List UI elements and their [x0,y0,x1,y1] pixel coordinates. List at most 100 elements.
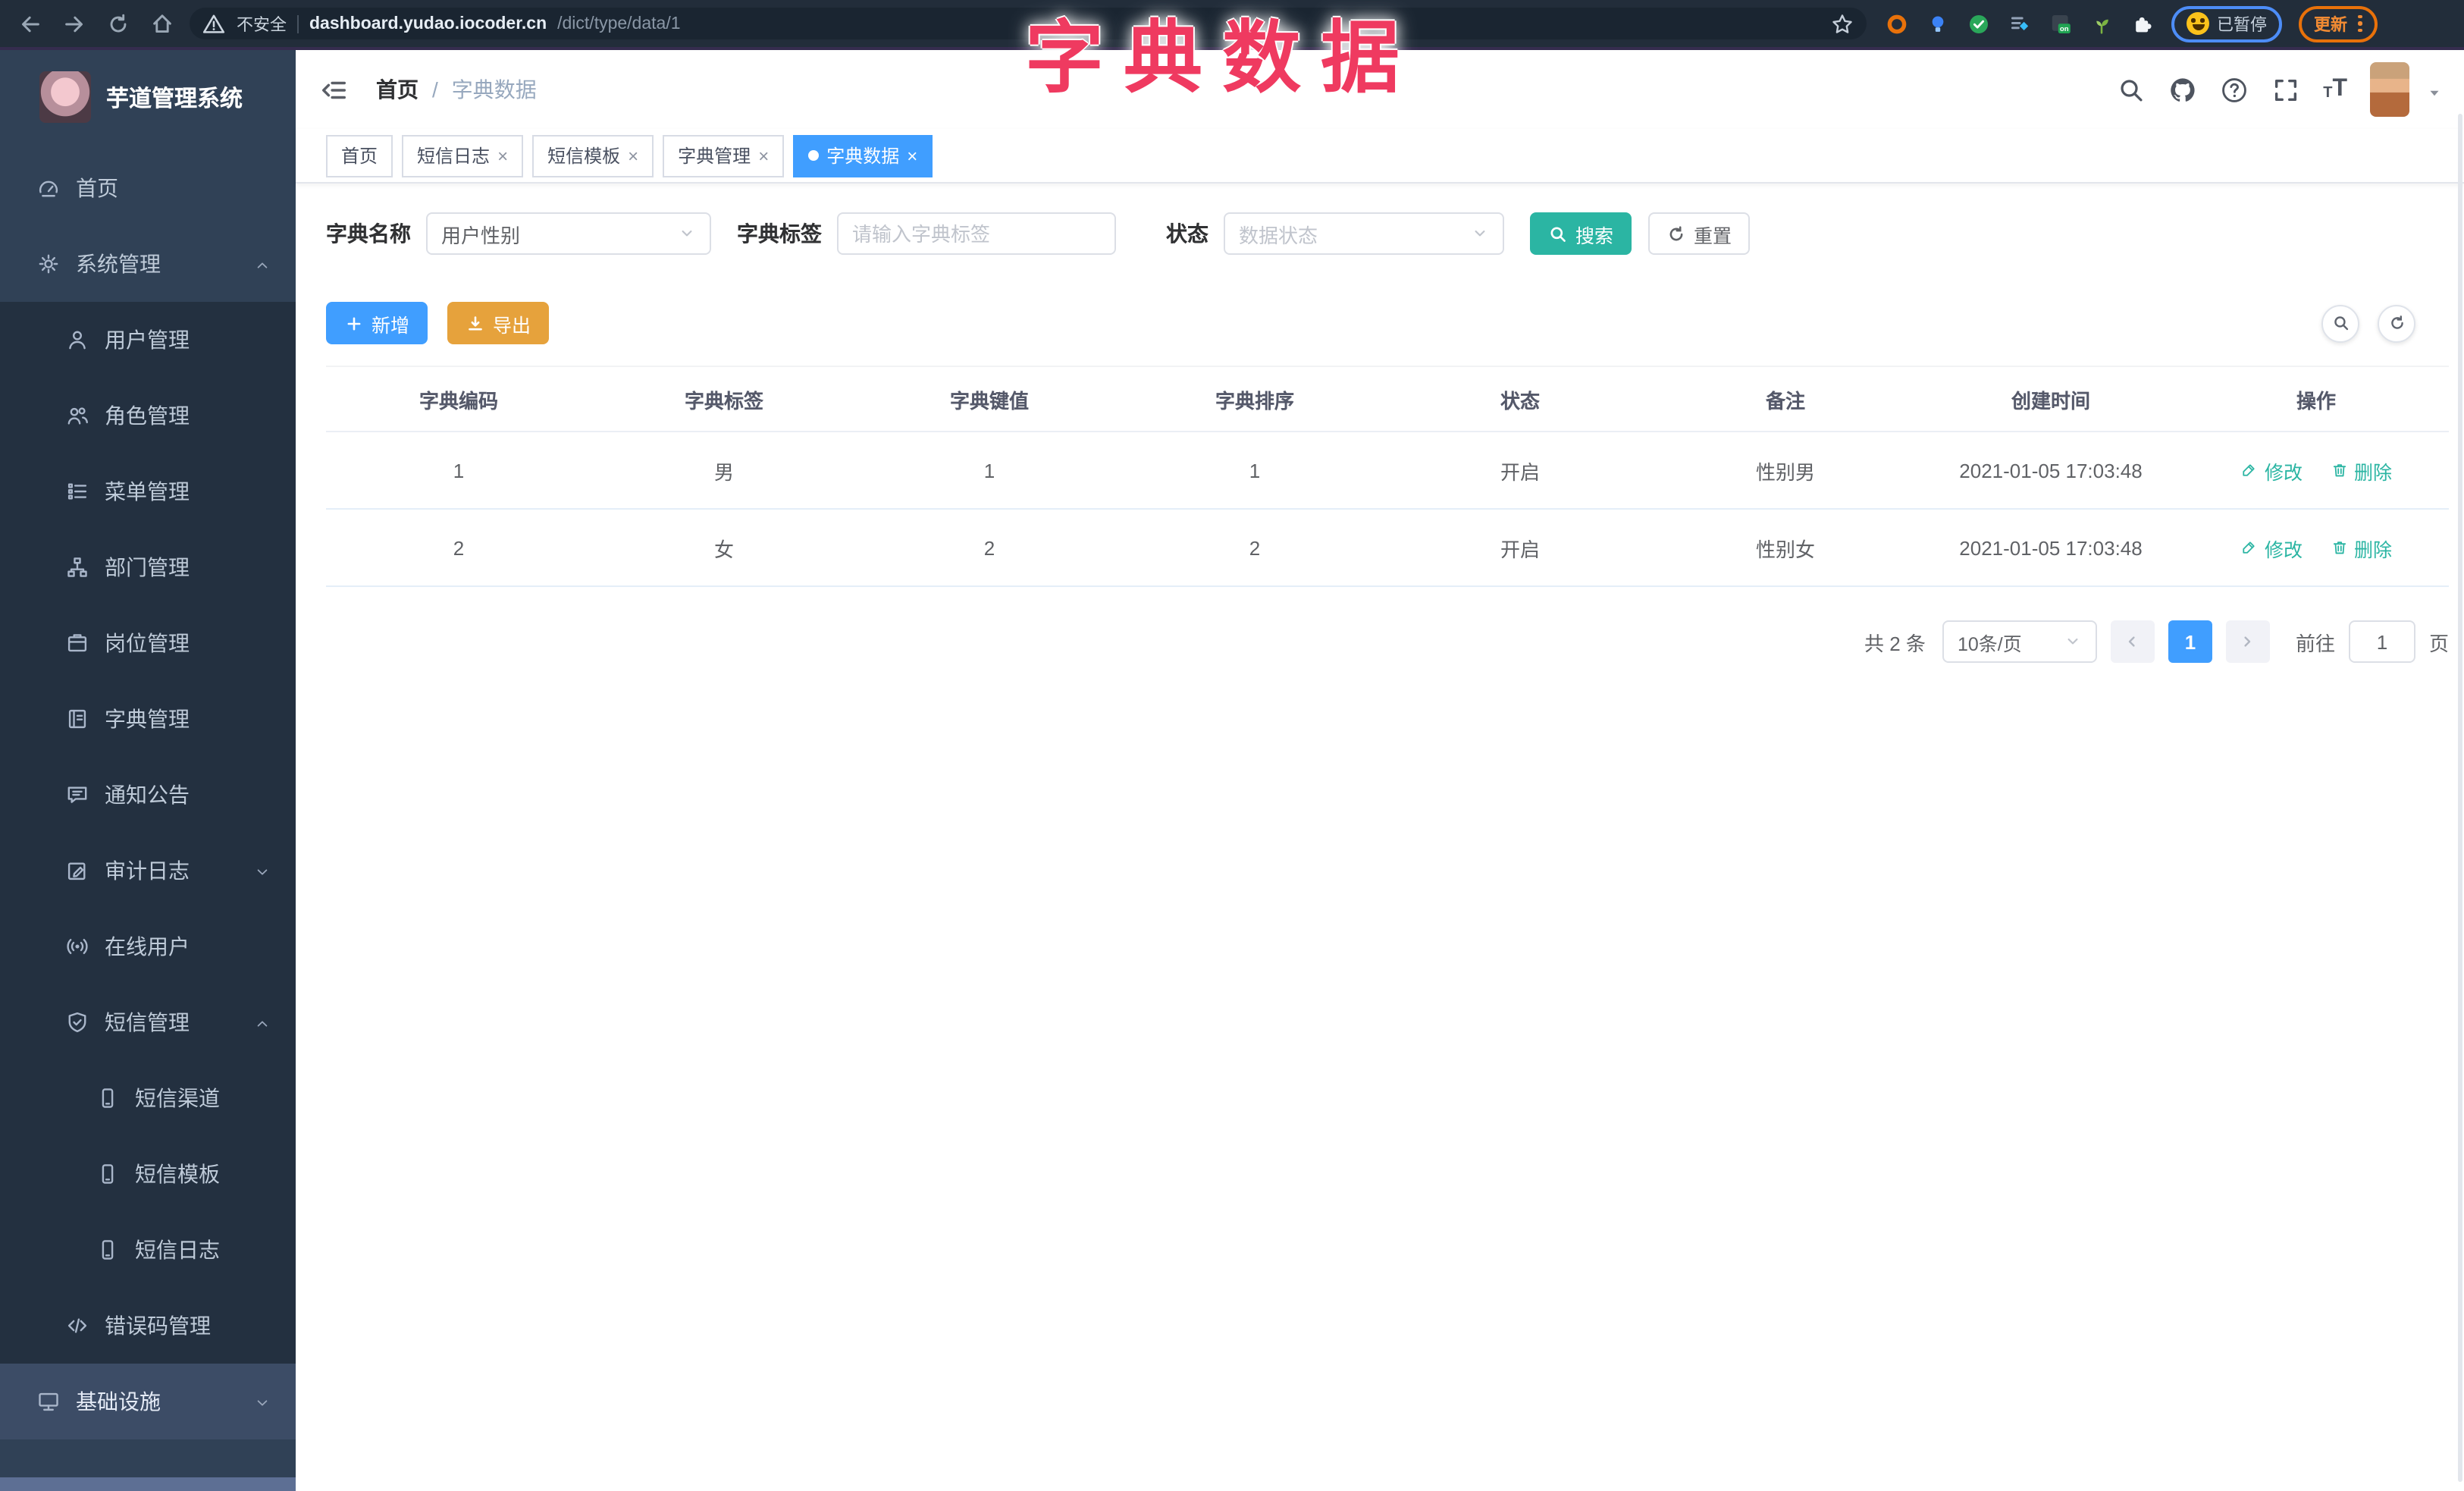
sidebar-item-sms-log[interactable]: 短信日志 [0,1212,296,1288]
column-header: 字典排序 [1215,389,1294,412]
tab-sms-template[interactable]: 短信模板 × [532,134,654,177]
close-tab-icon[interactable]: × [497,146,508,165]
help-icon[interactable] [2220,75,2249,104]
url-path[interactable]: /dict/type/data/1 [557,14,680,33]
menu-list-icon [65,479,89,504]
page-unit-label: 页 [2428,632,2449,654]
sidebar-item-system-management[interactable]: 系统管理 [0,226,296,302]
close-tab-icon[interactable]: × [907,146,917,165]
sidebar-item-menu-management[interactable]: 菜单管理 [0,454,296,529]
sidebar-item-user-management[interactable]: 用户管理 [0,302,296,378]
ext-orange-icon[interactable] [1885,11,1909,36]
sidebar-item-label: 部门管理 [105,555,190,579]
url-domain[interactable]: dashboard.yudao.iocoder.cn [309,14,547,33]
book-icon [65,707,89,731]
ext-on-badge-icon[interactable]: on [2049,11,2073,36]
dict-name-select[interactable]: 用户性别 [426,212,711,255]
dict-tag-input[interactable] [837,212,1116,255]
users-icon [65,403,89,428]
search-button[interactable]: 搜索 [1530,212,1632,255]
column-header: 创建时间 [2011,389,2090,412]
bookmark-star-icon[interactable] [1830,11,1854,36]
goto-page-input[interactable] [2348,620,2415,663]
sidebar-item-error-code-management[interactable]: 错误码管理 [0,1288,296,1364]
status-select[interactable]: 数据状态 [1224,212,1504,255]
edit-link[interactable]: 修改 [2240,533,2303,562]
collapse-sidebar-icon[interactable] [320,75,349,104]
sidebar-item-dept-management[interactable]: 部门管理 [0,529,296,605]
ext-sprout-icon[interactable] [2089,11,2114,36]
refresh-table-button[interactable] [2378,304,2415,342]
delete-link[interactable]: 删除 [2330,456,2392,485]
delete-link[interactable]: 删除 [2330,533,2392,562]
avatar-caret-icon[interactable] [2426,81,2443,98]
trash-icon [2330,461,2348,479]
next-page-button[interactable] [2225,620,2270,663]
user-avatar[interactable] [2370,62,2409,117]
sidebar-item-dict-management[interactable]: 字典管理 [0,681,296,757]
svg-text:on: on [2060,24,2069,33]
tab-dict-management[interactable]: 字典管理 × [663,134,785,177]
ext-check-green-icon[interactable] [1967,11,1991,36]
dict-data-table: 字典编码 字典标签 字典键值 字典排序 状态 备注 创建时间 操作 1 男 1 1 开启 性别男 2021-… [326,366,2449,587]
font-size-icon[interactable]: TT [2323,77,2347,102]
page-size-select[interactable]: 10条/页 [1942,620,2097,663]
logo-row[interactable]: 芋道管理系统 [0,50,296,138]
sidebar-item-audit-log[interactable]: 审计日志 [0,833,296,909]
export-button[interactable]: 导出 [447,302,550,344]
sidebar-item-sms-template[interactable]: 短信模板 [0,1136,296,1212]
prev-page-button[interactable] [2110,620,2155,663]
add-button[interactable]: 新增 [326,302,428,344]
sidebar-item-infrastructure[interactable]: 基础设施 [0,1364,296,1439]
ext-lightbulb-icon[interactable] [1926,11,1950,36]
sidebar-item-label: 短信管理 [105,1010,190,1034]
tags-bar: 首页 短信日志 × 短信模板 × 字典管理 × 字典数据 × [296,129,2464,184]
tab-sms-log[interactable]: 短信日志 × [402,134,524,177]
security-label[interactable]: 不安全 [237,11,287,36]
tab-dict-data[interactable]: 字典数据 × [793,134,933,177]
edit-icon [2240,538,2259,557]
extensions-puzzle-icon[interactable] [2130,11,2155,36]
sidebar-item-label: 审计日志 [105,859,190,883]
header-search-icon[interactable] [2117,75,2146,104]
sidebar-item-role-management[interactable]: 角色管理 [0,378,296,454]
trash-icon [2330,538,2348,557]
current-page-button[interactable]: 1 [2168,620,2212,663]
sidebar-item-notice-management[interactable]: 通知公告 [0,757,296,833]
tab-label: 短信日志 [417,146,491,167]
browser-home-icon[interactable] [150,11,174,36]
browser-menu-icon[interactable] [2358,14,2362,33]
edit-link[interactable]: 修改 [2240,456,2303,485]
update-label: 更新 [2314,16,2347,34]
table-cell: 2 [453,536,465,559]
profile-paused-badge[interactable]: 已暂停 [2171,5,2282,42]
header-actions: TT [2117,62,2443,117]
breadcrumb-home[interactable]: 首页 [376,74,419,105]
browser-forward-icon[interactable] [62,11,86,36]
toggle-search-button[interactable] [2321,304,2359,342]
tab-label: 短信模板 [547,146,621,167]
browser-update-button[interactable]: 更新 [2299,5,2377,42]
sidebar-item-label: 错误码管理 [105,1314,211,1338]
browser-reload-icon[interactable] [106,11,130,36]
table-cell: 1 [983,459,995,482]
reset-button[interactable]: 重置 [1648,212,1751,255]
close-tab-icon[interactable]: × [628,146,638,165]
sidebar-item-online-users[interactable]: 在线用户 [0,909,296,984]
online-icon [65,934,89,959]
sidebar-item-sms-channel[interactable]: 短信渠道 [0,1060,296,1136]
browser-back-icon[interactable] [18,11,42,36]
table-toolbar: 新增 导出 [326,302,2434,344]
sidebar-item-post-management[interactable]: 岗位管理 [0,605,296,681]
sidebar-item-sms-management[interactable]: 短信管理 [0,984,296,1060]
sidebar-item-home[interactable]: 首页 [0,150,296,226]
tree-icon [65,555,89,579]
tab-home[interactable]: 首页 [326,134,393,177]
ext-clip-blue-icon[interactable] [2008,11,2032,36]
sidebar-item-label: 通知公告 [105,783,190,807]
close-tab-icon[interactable]: × [758,146,769,165]
github-icon[interactable] [2168,75,2197,104]
app-frame: 芋道管理系统 首页 系统管理 用户管理 角色管理 菜单管理 部门管理 岗位管理 字典管理 通知公… [0,50,2464,1491]
table-cell: 性别女 [1755,538,1815,560]
fullscreen-icon[interactable] [2271,75,2300,104]
